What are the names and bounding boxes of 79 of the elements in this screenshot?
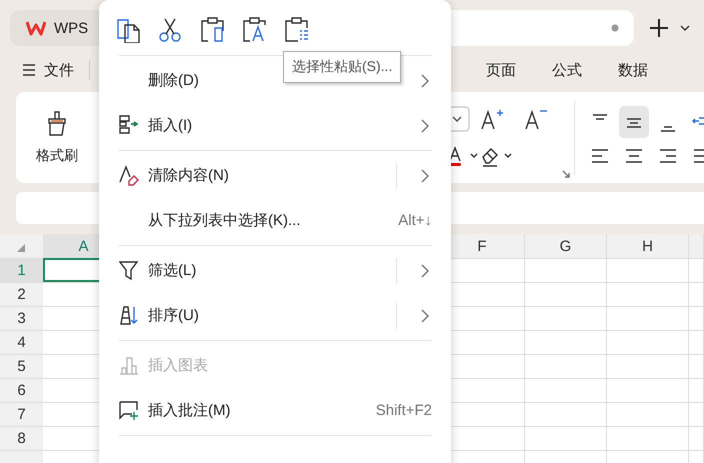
grid-cell[interactable] (525, 258, 607, 282)
menu-item[interactable]: 从下拉列表中选择(K)... (148, 211, 300, 230)
wps-logo-icon (26, 20, 46, 36)
menu-item[interactable]: 删除(D) (148, 71, 199, 90)
clear-icon (119, 164, 139, 186)
align-icon[interactable] (619, 106, 649, 138)
bar-chart-icon (119, 354, 139, 376)
grid-cell[interactable] (607, 402, 689, 426)
menu-item[interactable]: 插入(I) (148, 116, 192, 135)
row-header[interactable]: 1 (0, 258, 43, 282)
grid-cell[interactable] (525, 378, 607, 402)
grid-cell[interactable] (689, 330, 704, 354)
decrease-font-icon[interactable] (524, 108, 548, 130)
row-header[interactable]: 2 (0, 282, 43, 306)
grid-cell[interactable] (689, 258, 704, 282)
grid-cell[interactable] (607, 330, 689, 354)
select-all-icon[interactable] (0, 234, 43, 258)
grid-cell[interactable] (525, 354, 607, 378)
row-header[interactable]: 8 (0, 426, 43, 450)
comment-add-icon (119, 400, 139, 422)
grid-cell[interactable] (607, 378, 689, 402)
grid-cell[interactable] (689, 282, 704, 306)
grid-cell[interactable] (607, 426, 689, 450)
row-header[interactable]: 5 (0, 354, 43, 378)
increase-font-icon[interactable] (480, 108, 504, 130)
grid-cell[interactable] (525, 282, 607, 306)
grid-cell[interactable] (607, 306, 689, 330)
format-painter-button[interactable]: 格式刷 (36, 110, 78, 164)
align-icon[interactable] (625, 146, 643, 164)
grid-cell[interactable] (607, 282, 689, 306)
align-icon[interactable] (591, 146, 609, 164)
chevron-right-icon[interactable] (421, 74, 429, 88)
grid-cell[interactable] (689, 402, 704, 426)
copy-icon[interactable] (116, 17, 142, 43)
sort-icon (119, 304, 139, 326)
column-header[interactable]: H (607, 234, 689, 258)
row-header[interactable]: 3 (0, 306, 43, 330)
dot-icon (611, 24, 619, 32)
tooltip: 选择性粘贴(S)... (283, 51, 402, 83)
caret-icon[interactable] (680, 25, 690, 31)
grid-cell[interactable] (525, 402, 607, 426)
row-header[interactable]: 6 (0, 378, 43, 402)
paste-special-icon[interactable] (284, 17, 310, 43)
grid-cell[interactable] (689, 426, 704, 450)
menu-item[interactable]: 排序(U) (148, 306, 199, 325)
chevron-right-icon[interactable] (421, 264, 429, 278)
ribbon-tab[interactable]: 数据 (618, 60, 648, 80)
add-icon[interactable] (648, 17, 670, 39)
grid-cell[interactable] (525, 330, 607, 354)
eraser-icon[interactable] (480, 146, 514, 168)
align-icon[interactable] (659, 146, 677, 164)
menu-item[interactable]: 筛选(L) (148, 261, 196, 280)
chevron-right-icon[interactable] (421, 118, 429, 132)
row-header[interactable]: 4 (0, 330, 43, 354)
grid-cell[interactable] (525, 426, 607, 450)
file-menu[interactable]: 文件 (44, 60, 74, 80)
row-header[interactable]: 7 (0, 402, 43, 426)
column-header[interactable]: G (525, 234, 607, 258)
menu-icon[interactable] (22, 64, 36, 76)
ribbon-tab[interactable]: 公式 (552, 60, 582, 80)
grid-cell[interactable] (607, 258, 689, 282)
shortcut-text: Alt+↓ (398, 212, 432, 229)
menu-item[interactable]: 清除内容(N) (148, 166, 229, 185)
column-header[interactable] (689, 234, 704, 258)
menu-item[interactable]: 插入批注(M) (148, 401, 230, 420)
insert-rows-icon (119, 114, 139, 136)
chevron-right-icon[interactable] (421, 308, 429, 322)
grid-cell[interactable] (689, 378, 704, 402)
grid-cell[interactable] (525, 306, 607, 330)
ribbon-tab[interactable]: 页面 (486, 60, 516, 80)
filter-icon (119, 260, 139, 282)
grid-cell[interactable] (689, 354, 704, 378)
paste-icon[interactable] (200, 17, 226, 43)
grid-cell[interactable] (689, 306, 704, 330)
chevron-right-icon[interactable] (421, 168, 429, 182)
paste-text-icon[interactable] (242, 17, 268, 43)
grid-cell[interactable] (607, 354, 689, 378)
launcher-icon[interactable] (562, 170, 570, 178)
shortcut-text: Shift+F2 (376, 402, 432, 419)
